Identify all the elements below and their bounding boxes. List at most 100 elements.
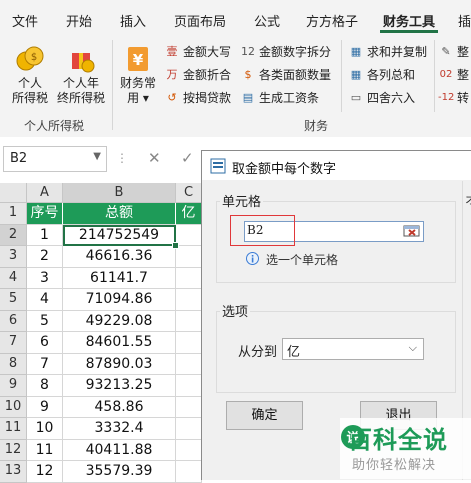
table-cell[interactable]: 9 xyxy=(27,396,63,418)
row-header[interactable]: 12 xyxy=(0,439,27,461)
round-half-even-button[interactable]: ▭ 四舍六入 xyxy=(348,89,415,106)
amount-uppercase-label: 金额大写 xyxy=(183,45,232,59)
table-cell[interactable]: 84601.55 xyxy=(63,332,176,354)
tab-formulas[interactable]: 公式 xyxy=(254,11,280,30)
table-cell[interactable]: 40411.88 xyxy=(63,439,176,461)
amount-uppercase-button[interactable]: 壹金额大写 xyxy=(164,43,232,60)
tab-insert[interactable]: 插入 xyxy=(120,11,146,30)
table-cell[interactable]: 5 xyxy=(27,310,63,332)
row-header[interactable]: 10 xyxy=(0,396,27,418)
column-header-c[interactable]: C xyxy=(176,183,202,203)
table-cell[interactable]: 71094.86 xyxy=(63,289,176,311)
table-cell[interactable] xyxy=(176,224,202,246)
row-header[interactable]: 4 xyxy=(0,267,27,289)
column-header-b[interactable]: B xyxy=(63,183,176,203)
payslip-button[interactable]: ▤ 生成工资条 xyxy=(240,89,319,106)
ribbon-panel: $ 个人 所得税 个人年 终所得税 ¥ 财务常 用 ▾ 壹金额大写 万金额折合 … xyxy=(0,36,471,138)
sum-copy-button[interactable]: ▦ 求和并复制 xyxy=(348,43,427,60)
split-digits-button[interactable]: 12 金额数字拆分 xyxy=(240,43,331,60)
table-cell[interactable]: 12 xyxy=(27,461,63,483)
partial-button-2[interactable]: 02 整 xyxy=(438,66,469,83)
split-range-select[interactable]: 亿 ⌵ xyxy=(282,338,424,360)
amount-convert-button[interactable]: 万金额折合 xyxy=(164,66,232,83)
denomination-count-label: 各类面额数量 xyxy=(259,68,332,82)
table-cell[interactable]: 458.86 xyxy=(63,396,176,418)
table-cell[interactable] xyxy=(176,332,202,354)
watermark-subtitle: 助你轻松解决 xyxy=(352,458,437,473)
row-header[interactable]: 7 xyxy=(0,332,27,354)
column-header-a[interactable]: A xyxy=(27,183,63,203)
table-cell[interactable] xyxy=(176,267,202,289)
table-cell[interactable]: 6 xyxy=(27,332,63,354)
table-cell[interactable]: 10 xyxy=(27,418,63,440)
column-totals-button[interactable]: ▦ 各列总和 xyxy=(348,66,415,83)
column-grid-icon: ▦ xyxy=(350,67,362,81)
row-header[interactable]: 13 xyxy=(0,461,27,483)
row-header[interactable]: 1 xyxy=(0,203,27,225)
header-cell[interactable]: 总额 xyxy=(63,203,176,225)
table-cell[interactable]: 46616.36 xyxy=(63,246,176,268)
tab-page-layout[interactable]: 页面布局 xyxy=(174,11,226,30)
fill-handle[interactable] xyxy=(172,242,179,249)
row-header[interactable]: 3 xyxy=(0,246,27,268)
tab-file[interactable]: 文件 xyxy=(12,11,38,30)
annual-bonus-tax-button[interactable]: 个人年 终所得税 xyxy=(54,44,108,106)
table-cell[interactable]: 35579.39 xyxy=(63,461,176,483)
table-cell[interactable]: 49229.08 xyxy=(63,310,176,332)
table-cell[interactable]: 87890.03 xyxy=(63,353,176,375)
table-cell[interactable] xyxy=(176,310,202,332)
row-header[interactable]: 6 xyxy=(0,310,27,332)
cancel-icon[interactable]: ✕ xyxy=(148,149,161,167)
table-cell[interactable]: 4 xyxy=(27,289,63,311)
partial-button-3[interactable]: -12 转 xyxy=(438,89,469,106)
table-cell[interactable] xyxy=(176,439,202,461)
table-cell[interactable] xyxy=(176,396,202,418)
table-cell[interactable] xyxy=(176,353,202,375)
row-header[interactable]: 9 xyxy=(0,375,27,397)
table-cell[interactable]: 1 xyxy=(27,224,63,246)
table-cell[interactable]: 3332.4 xyxy=(63,418,176,440)
tab-ffcell[interactable]: 方方格子 xyxy=(306,11,358,30)
row-header[interactable]: 8 xyxy=(0,353,27,375)
table-cell[interactable] xyxy=(176,289,202,311)
info-icon xyxy=(246,252,259,265)
denomination-count-button[interactable]: $ 各类面额数量 xyxy=(240,66,332,83)
ok-button[interactable]: 确定 xyxy=(226,401,303,430)
partial-button-1[interactable]: ✎ 整 xyxy=(438,43,469,60)
table-cell[interactable]: 93213.25 xyxy=(63,375,176,397)
table-cell[interactable]: 11 xyxy=(27,439,63,461)
header-cell[interactable]: 序号 xyxy=(27,203,63,225)
chevron-down-icon[interactable]: ▼ xyxy=(93,151,101,162)
tab-finance-tools[interactable]: 财务工具 xyxy=(383,11,435,30)
sum-grid-icon: ▦ xyxy=(350,44,362,58)
table-cell[interactable]: 3 xyxy=(27,267,63,289)
confirm-icon[interactable]: ✓ xyxy=(181,149,194,167)
annual-bonus-tax-label: 个人年 终所得税 xyxy=(56,76,105,105)
tab-partial[interactable]: 插 xyxy=(458,11,471,30)
table-cell[interactable]: 2 xyxy=(27,246,63,268)
dialog-title-bar[interactable]: 取金额中每个数字 xyxy=(202,151,471,180)
table-cell[interactable]: 7 xyxy=(27,353,63,375)
partial-label-2: 整 xyxy=(457,68,470,82)
select-all-corner[interactable] xyxy=(0,183,27,203)
table-cell[interactable] xyxy=(176,461,202,483)
table-cell[interactable] xyxy=(176,418,202,440)
finance-common-button[interactable]: ¥ 财务常 用 ▾ xyxy=(116,44,160,106)
pencil-icon: ✎ xyxy=(441,44,451,58)
table-cell[interactable] xyxy=(176,375,202,397)
row-header[interactable]: 5 xyxy=(0,289,27,311)
header-cell[interactable]: 亿 xyxy=(176,203,202,225)
drag-handle-icon[interactable]: ⋮ xyxy=(116,151,128,165)
range-picker-button[interactable] xyxy=(403,223,421,239)
ribbon-tabs: 文件 开始 插入 页面布局 公式 方方格子 财务工具 插 xyxy=(0,0,471,36)
income-tax-button[interactable]: $ 个人 所得税 xyxy=(6,44,54,106)
table-cell[interactable]: 8 xyxy=(27,375,63,397)
tab-home[interactable]: 开始 xyxy=(66,11,92,30)
row-header[interactable]: 2 xyxy=(0,224,27,246)
row-header[interactable]: 11 xyxy=(0,418,27,440)
table-cell[interactable] xyxy=(176,246,202,268)
selected-cell[interactable]: 214752549 xyxy=(63,224,176,246)
table-cell[interactable]: 61141.7 xyxy=(63,267,176,289)
mortgage-button[interactable]: ↺ 按揭贷款 xyxy=(164,89,231,106)
name-box[interactable]: B2 ▼ xyxy=(3,146,107,172)
